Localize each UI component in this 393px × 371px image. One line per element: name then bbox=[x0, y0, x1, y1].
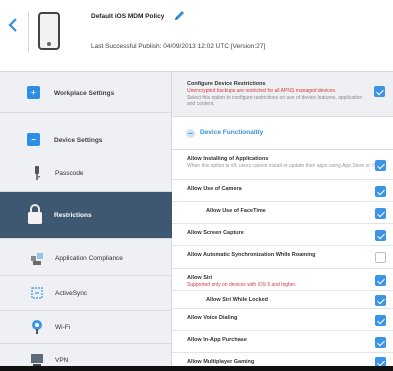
configure-title: Configure Device Restrictions bbox=[187, 81, 266, 87]
restrictions-panel: Configure Device Restrictions Unencrypte… bbox=[172, 72, 393, 371]
sidebar-item-label: Application Compliance bbox=[55, 255, 123, 262]
sync-icon bbox=[31, 287, 43, 299]
configure-description: Select this option to configure restrict… bbox=[187, 95, 363, 107]
restriction-checkbox[interactable] bbox=[375, 295, 386, 306]
minus-square-icon: − bbox=[27, 133, 40, 146]
restriction-checkbox[interactable] bbox=[375, 230, 386, 241]
restriction-row: Allow Automatic Synchronization While Ro… bbox=[172, 246, 393, 269]
restriction-label: Allow Automatic Synchronization While Ro… bbox=[187, 252, 316, 258]
restriction-row: Allow Installing of Applications When thi… bbox=[172, 150, 393, 180]
lock-icon bbox=[28, 204, 42, 224]
restriction-checkbox[interactable] bbox=[375, 315, 386, 326]
policy-title: Default iOS MDM Policy bbox=[91, 13, 165, 20]
restriction-row: Allow Voice Dialing bbox=[172, 309, 393, 331]
restriction-label: Allow Siri bbox=[187, 275, 213, 281]
sidebar-item-application-compliance[interactable]: Application Compliance bbox=[0, 239, 172, 276]
restriction-label: Allow Voice Dialing bbox=[187, 315, 238, 321]
sidebar-item-label: Restrictions bbox=[54, 212, 92, 219]
sidebar-item-workplace-settings[interactable]: + Workplace Settings bbox=[0, 72, 172, 113]
restriction-checkbox[interactable] bbox=[375, 208, 386, 219]
apps-icon bbox=[31, 253, 43, 265]
sidebar-item-device-settings[interactable]: − Device Settings bbox=[0, 113, 172, 155]
sidebar-item-label: Wi-Fi bbox=[55, 324, 71, 331]
sidebar-item-wifi[interactable]: Wi-Fi bbox=[0, 311, 172, 344]
bottom-border bbox=[0, 366, 393, 371]
restriction-label: Allow Installing of Applications bbox=[187, 156, 269, 162]
key-icon bbox=[35, 166, 40, 180]
sidebar-item-label: Passcode bbox=[55, 170, 84, 177]
configure-restrictions-box: Configure Device Restrictions Unencrypte… bbox=[172, 72, 393, 117]
configure-restrictions-checkbox[interactable] bbox=[374, 86, 385, 97]
restriction-row: Allow Use of Camera bbox=[172, 180, 393, 202]
chevron-left-icon bbox=[8, 18, 17, 32]
restriction-label: Allow Multiplayer Gaming bbox=[187, 359, 255, 365]
restriction-label: Allow Use of FaceTime bbox=[206, 208, 266, 214]
sidebar-item-restrictions[interactable]: Restrictions bbox=[0, 192, 172, 239]
back-button[interactable] bbox=[6, 18, 20, 36]
restriction-row: Allow Screen Capture bbox=[172, 224, 393, 246]
restriction-row: Allow Use of FaceTime bbox=[172, 202, 393, 224]
restriction-row: Allow In-App Purchase bbox=[172, 331, 393, 353]
restriction-label: Allow In-App Purchase bbox=[187, 337, 247, 343]
sidebar-item-passcode[interactable]: Passcode bbox=[0, 155, 172, 192]
sidebar-item-label: VPN bbox=[55, 357, 69, 364]
settings-sidebar: + Workplace Settings − Device Settings P… bbox=[0, 72, 172, 371]
sidebar-item-activesync[interactable]: ActiveSync bbox=[0, 276, 172, 311]
restriction-checkbox[interactable] bbox=[375, 337, 386, 348]
policy-header: Default iOS MDM Policy Last Successful P… bbox=[0, 0, 393, 72]
sidebar-item-label: Device Settings bbox=[54, 137, 103, 144]
configure-warning: Unencrypted backups are restricted for a… bbox=[187, 88, 337, 94]
header-divider bbox=[28, 12, 29, 52]
restriction-checkbox[interactable] bbox=[375, 252, 386, 263]
restriction-checkbox[interactable] bbox=[375, 275, 386, 286]
restriction-label: Allow Siri While Locked bbox=[206, 297, 269, 303]
restriction-note: When this option is off, users cannot in… bbox=[187, 163, 388, 169]
phone-icon bbox=[38, 12, 60, 50]
device-functionality-section[interactable]: − Device Functionality bbox=[172, 117, 393, 150]
restriction-note: Supported only on devices with iOS 5 and… bbox=[187, 282, 297, 288]
restriction-checkbox[interactable] bbox=[375, 186, 386, 197]
plus-square-icon: + bbox=[27, 86, 40, 99]
restriction-row: Allow Siri While Locked bbox=[172, 291, 393, 309]
sidebar-item-label: Workplace Settings bbox=[54, 90, 115, 97]
sidebar-item-label: ActiveSync bbox=[55, 290, 88, 297]
pencil-icon[interactable] bbox=[173, 10, 185, 22]
restriction-label: Allow Screen Capture bbox=[187, 230, 244, 236]
last-publish-text: Last Successful Publish: 04/09/2013 12:0… bbox=[91, 43, 266, 50]
wifi-icon bbox=[32, 320, 42, 334]
collapse-icon[interactable]: − bbox=[186, 129, 195, 138]
restriction-label: Allow Use of Camera bbox=[187, 186, 242, 192]
section-title: Device Functionality bbox=[200, 129, 264, 136]
restriction-checkbox[interactable] bbox=[375, 160, 386, 171]
restriction-row: Allow Siri Supported only on devices with… bbox=[172, 269, 393, 291]
